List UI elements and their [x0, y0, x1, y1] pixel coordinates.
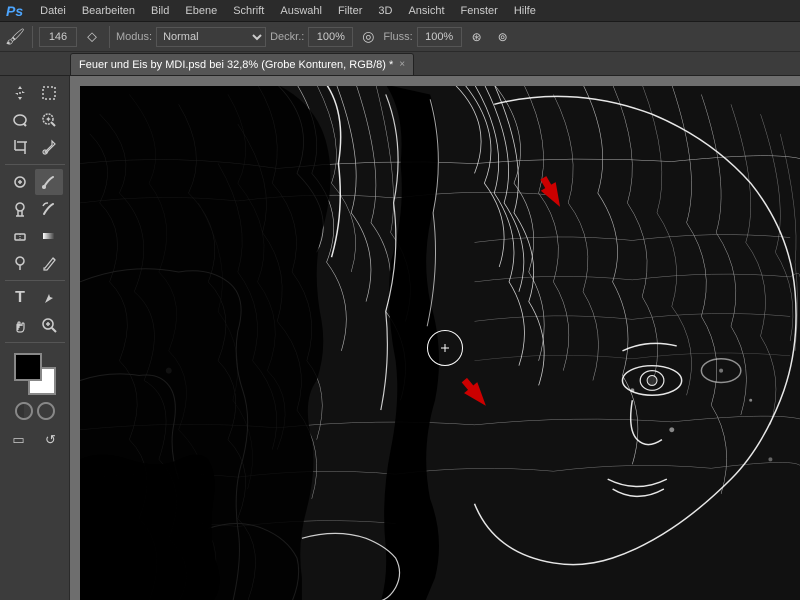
- options-toolbar: 🖌 ⬦ Modus: Normal Deckr.: ◎ Fluss: ⊛ ⊚: [0, 22, 800, 52]
- menu-filter[interactable]: Filter: [331, 3, 369, 19]
- healing-tool[interactable]: [6, 169, 34, 195]
- main-area: ✦: [0, 76, 800, 600]
- tab-bar: Feuer und Eis by MDI.psd bei 32,8% (Grob…: [0, 52, 800, 76]
- tool-row-1: [6, 80, 63, 106]
- canvas-area: [70, 76, 800, 600]
- menu-datei[interactable]: Datei: [33, 3, 73, 19]
- text-tool[interactable]: T: [6, 285, 34, 311]
- brush-tool[interactable]: [35, 169, 63, 195]
- sep1: [32, 26, 33, 48]
- gradient-tool[interactable]: [35, 223, 63, 249]
- modus-select[interactable]: Normal: [156, 27, 266, 47]
- standard-mode-icon[interactable]: [37, 402, 55, 420]
- tool-row-5: [6, 196, 63, 222]
- tab-close-button[interactable]: ×: [399, 59, 405, 70]
- screen-mode-btn[interactable]: ▭: [5, 427, 33, 453]
- menu-schrift[interactable]: Schrift: [226, 3, 271, 19]
- tool-row-3: [6, 134, 63, 160]
- tool-sep-2: [5, 280, 65, 281]
- menu-fenster[interactable]: Fenster: [454, 3, 505, 19]
- brush-preset-icon[interactable]: ⬦: [81, 26, 103, 48]
- select-rect-tool[interactable]: [35, 80, 63, 106]
- svg-text:✦: ✦: [45, 115, 52, 124]
- tool-sep-1: [5, 164, 65, 165]
- menu-auswahl[interactable]: Auswahl: [273, 3, 329, 19]
- fluss-label: Fluss:: [383, 31, 412, 43]
- deckr-label: Deckr.:: [270, 31, 304, 43]
- crop-tool[interactable]: [6, 134, 34, 160]
- deckr-input[interactable]: [308, 27, 353, 47]
- mask-icons: [14, 400, 56, 422]
- screen-mode-icons: ▭ ↺: [5, 427, 65, 453]
- tool-row-9: [6, 312, 63, 338]
- path-select-tool[interactable]: [35, 285, 63, 311]
- foreground-color[interactable]: [14, 353, 42, 381]
- tool-row-2: ✦: [6, 107, 63, 133]
- menu-hilfe[interactable]: Hilfe: [507, 3, 543, 19]
- artwork-svg: [80, 86, 800, 600]
- zoom-tool[interactable]: [35, 312, 63, 338]
- pen-tool[interactable]: [35, 250, 63, 276]
- artwork: [80, 86, 800, 600]
- tool-sep-3: [5, 342, 65, 343]
- ps-logo: Ps: [6, 3, 23, 19]
- menu-3d[interactable]: 3D: [371, 3, 399, 19]
- clone-tool[interactable]: [6, 196, 34, 222]
- rotate-view-btn[interactable]: ↺: [37, 427, 65, 453]
- history-brush-tool[interactable]: [35, 196, 63, 222]
- sep2: [109, 26, 110, 48]
- brush-icon[interactable]: 🖌: [4, 26, 26, 48]
- dodge-tool[interactable]: [6, 250, 34, 276]
- document-tab[interactable]: Feuer und Eis by MDI.psd bei 32,8% (Grob…: [70, 53, 414, 75]
- quick-select-tool[interactable]: ✦: [35, 107, 63, 133]
- menu-bearbeiten[interactable]: Bearbeiten: [75, 3, 142, 19]
- tool-row-7: [6, 250, 63, 276]
- eraser-tool[interactable]: [6, 223, 34, 249]
- extra-icon[interactable]: ⊚: [492, 26, 514, 48]
- menu-bar: Ps Datei Bearbeiten Bild Ebene Schrift A…: [0, 0, 800, 22]
- hand-tool[interactable]: [6, 312, 34, 338]
- eyedropper-tool[interactable]: [35, 134, 63, 160]
- brush-size-input[interactable]: [39, 27, 77, 47]
- tab-title: Feuer und Eis by MDI.psd bei 32,8% (Grob…: [79, 59, 393, 71]
- color-boxes: [14, 353, 56, 395]
- fluss-input[interactable]: [417, 27, 462, 47]
- menu-ebene[interactable]: Ebene: [178, 3, 224, 19]
- airbrush-icon[interactable]: ◎: [357, 26, 379, 48]
- tool-row-4: [6, 169, 63, 195]
- tool-row-8: T: [6, 285, 63, 311]
- lasso-tool[interactable]: [6, 107, 34, 133]
- toolbox: ✦: [0, 76, 70, 600]
- move-tool[interactable]: [6, 80, 34, 106]
- tool-row-6: [6, 223, 63, 249]
- pressure-icon[interactable]: ⊛: [466, 26, 488, 48]
- quick-mask-icon[interactable]: [15, 402, 33, 420]
- menu-ansicht[interactable]: Ansicht: [401, 3, 451, 19]
- modus-label: Modus:: [116, 31, 152, 43]
- menu-bild[interactable]: Bild: [144, 3, 176, 19]
